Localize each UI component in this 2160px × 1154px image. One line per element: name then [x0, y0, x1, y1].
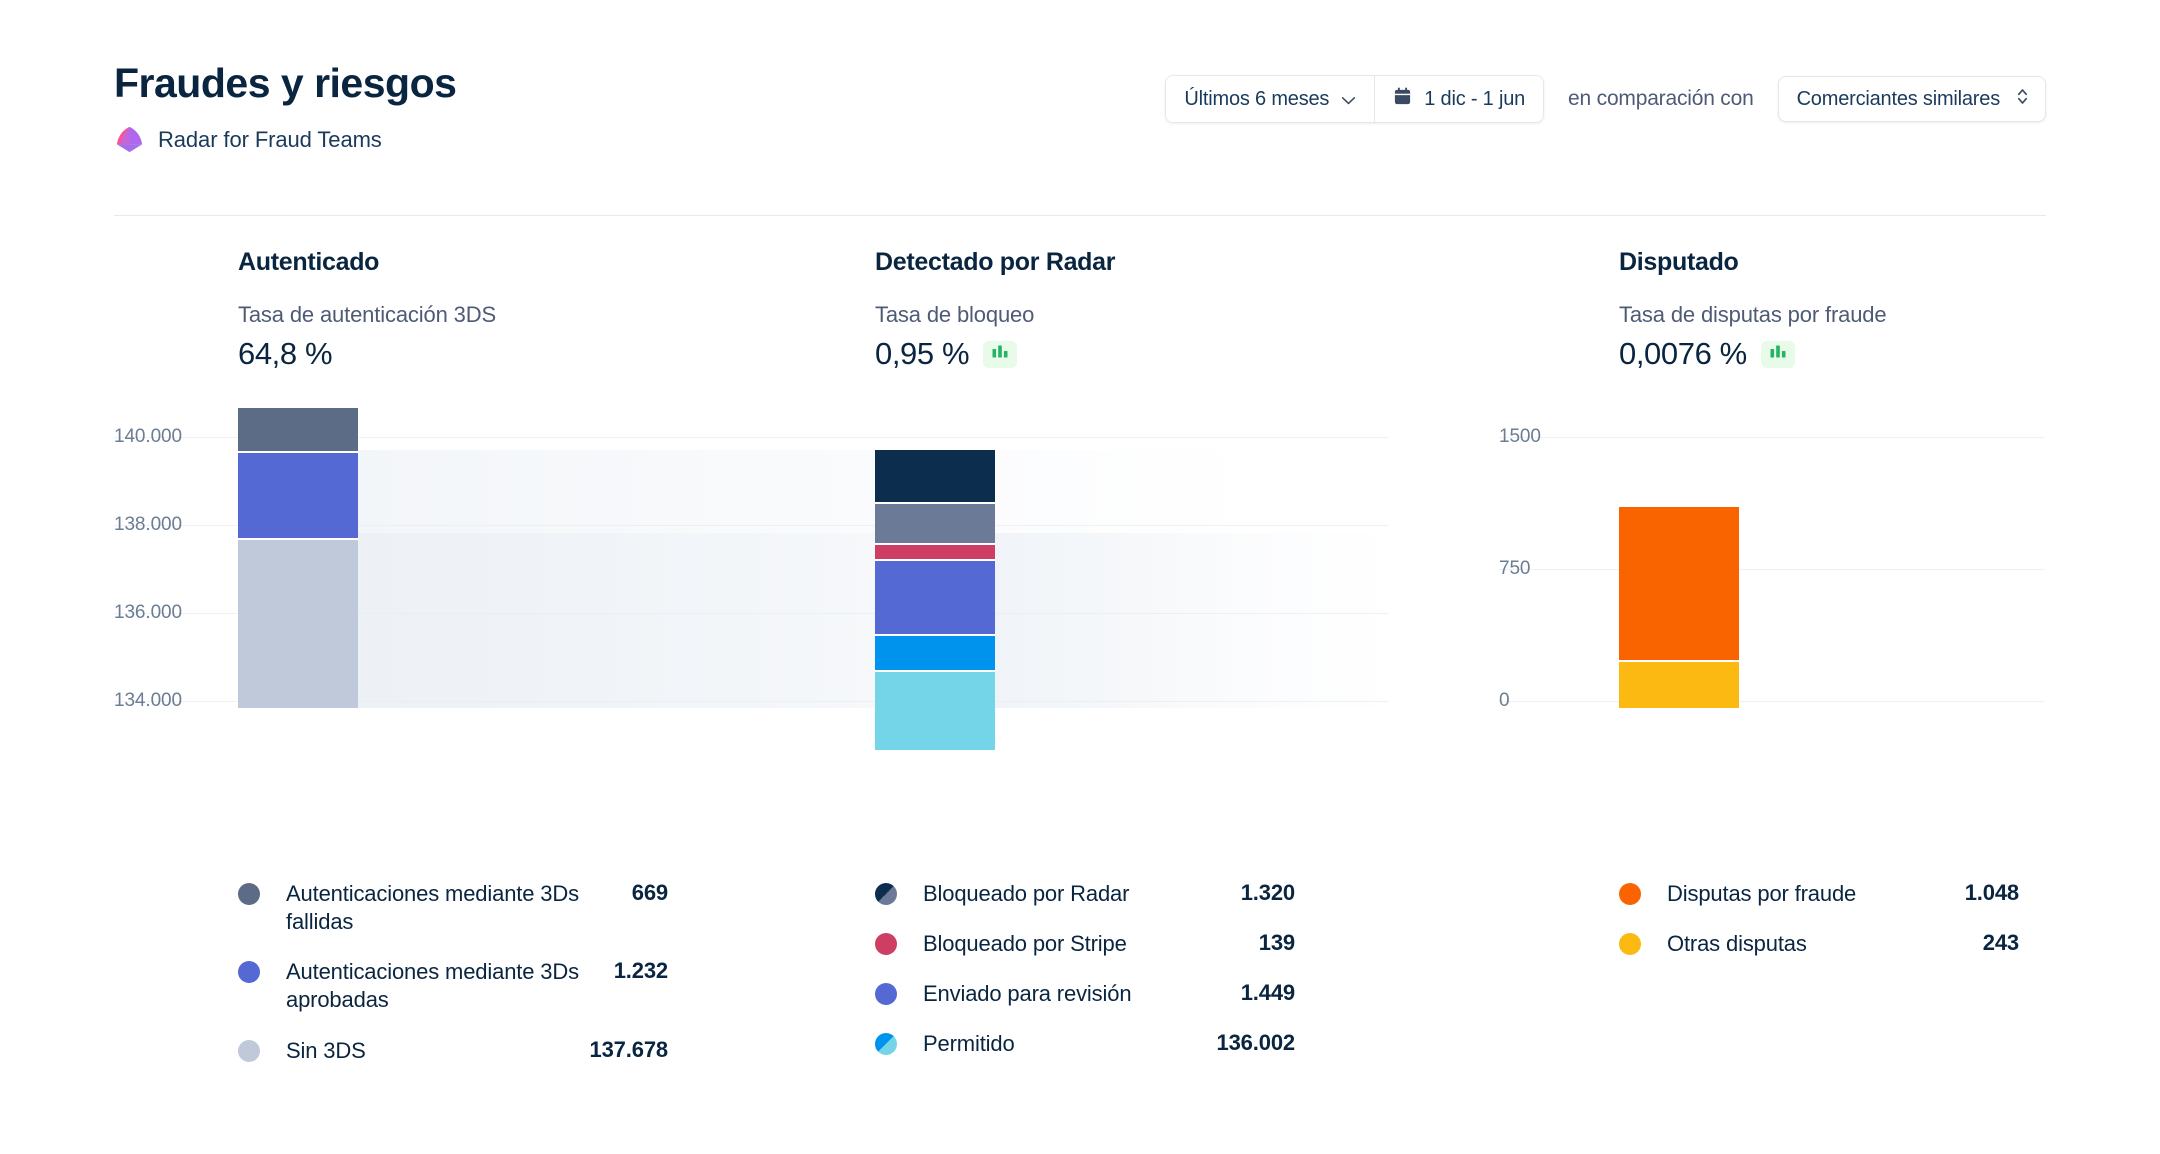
page-header: Fraudes y riesgos Radar for Fraud Teams …	[114, 61, 2046, 202]
legend-item[interactable]: Bloqueado por Radar 1.320	[875, 880, 1295, 908]
legend-color-dot-split	[875, 883, 897, 905]
stacked-bar-radar[interactable]	[875, 450, 995, 750]
legend-radar: Bloqueado por Radar 1.320 Bloqueado por …	[875, 880, 1295, 1081]
legend-value: 1.232	[613, 958, 668, 984]
segment-failed-3ds[interactable]	[238, 408, 358, 453]
metric-row: 64,8 %	[238, 336, 496, 372]
segment-allowed-blue[interactable]	[875, 636, 995, 672]
legend-item[interactable]: Enviado para revisión 1.449	[875, 980, 1295, 1008]
metric-row: 0,0076 %	[1619, 336, 1886, 372]
header-controls: Últimos 6 meses 1 dic - 1 jun en compara…	[1165, 75, 2046, 123]
panel-title: Autenticado	[238, 248, 380, 276]
segment-blocked-radar-gray[interactable]	[875, 504, 995, 545]
calendar-icon	[1393, 86, 1412, 112]
legend-label: Sin 3DS	[286, 1037, 366, 1063]
fraud-risk-dashboard: Fraudes y riesgos Radar for Fraud Teams …	[0, 0, 2160, 1154]
legend-authenticated: Autenticaciones mediante 3Ds fallidas 66…	[238, 880, 668, 1087]
legend-color-dot	[238, 961, 260, 984]
date-picker-button[interactable]: 1 dic - 1 jun	[1375, 76, 1544, 122]
comparison-label: en comparación con	[1568, 87, 1754, 110]
legend-color-dot	[238, 883, 260, 905]
time-range-dropdown[interactable]: Últimos 6 meses	[1166, 76, 1375, 122]
bar-chart-icon	[1769, 344, 1787, 364]
legend-value: 139	[1258, 930, 1295, 956]
metric-value: 0,95 %	[875, 336, 970, 371]
metric-value: 0,0076 %	[1619, 336, 1747, 371]
panel-title: Disputado	[1619, 248, 1739, 276]
segment-approved-3ds[interactable]	[238, 453, 358, 540]
status-badge	[1760, 340, 1795, 368]
legend-item[interactable]: Autenticaciones mediante 3Ds aprobadas 1…	[238, 958, 668, 1014]
legend-item[interactable]: Otras disputas 243	[1619, 930, 2019, 958]
comparison-select-value: Comerciantes similares	[1796, 87, 2001, 110]
panel-title: Detectado por Radar	[875, 248, 1116, 276]
segment-no-3ds[interactable]	[238, 540, 358, 708]
legend-color-dot	[1619, 933, 1641, 956]
comparison-select[interactable]: Comerciantes similares	[1777, 76, 2046, 122]
date-range-group: Últimos 6 meses 1 dic - 1 jun	[1165, 75, 1545, 123]
chart-disputes: 1500 750 0	[1499, 408, 2045, 711]
legend-label: Autenticaciones mediante 3Ds fallidas	[286, 881, 579, 935]
date-range-label: 1 dic - 1 jun	[1424, 87, 1526, 110]
chart-authentication-and-radar: 140.000 138.000 136.000 134.000	[114, 408, 1395, 750]
legends-region: Autenticaciones mediante 3Ds fallidas 66…	[114, 880, 2046, 1080]
legend-label: Bloqueado por Stripe	[923, 931, 1127, 957]
legend-value: 669	[631, 880, 668, 905]
legend-label: Bloqueado por Radar	[923, 881, 1130, 906]
legend-item[interactable]: Sin 3DS 137.678	[238, 1037, 668, 1065]
chevron-down-icon	[1341, 88, 1356, 111]
metric-label: Tasa de autenticación 3DS	[238, 302, 496, 327]
legend-item[interactable]: Permitido 136.002	[875, 1030, 1295, 1058]
charts-region: 140.000 138.000 136.000 134.000 1500 750…	[114, 408, 2046, 750]
panel-detected-by-radar: Detectado por Radar Tasa de bloqueo 0,95…	[875, 248, 1115, 372]
legend-value: 1.320	[1240, 880, 1295, 905]
segment-allowed-cyan[interactable]	[875, 672, 995, 750]
metric-label: Tasa de disputas por fraude	[1619, 302, 1887, 327]
panel-authenticated: Autenticado Tasa de autenticación 3DS 64…	[238, 248, 496, 372]
product-subtitle: Radar for Fraud Teams	[114, 124, 2046, 155]
panel-disputed: Disputado Tasa de disputas por fraude 0,…	[1619, 248, 1887, 372]
legend-item[interactable]: Autenticaciones mediante 3Ds fallidas 66…	[238, 880, 668, 936]
radar-logo-icon	[114, 124, 145, 155]
legend-color-dot-split	[875, 1033, 897, 1056]
legend-value: 243	[1982, 930, 2019, 956]
legend-value: 137.678	[589, 1036, 669, 1062]
legend-label: Disputas por fraude	[1667, 881, 1857, 906]
metric-value: 64,8 %	[238, 336, 333, 371]
legend-color-dot	[875, 933, 897, 956]
bar-chart-icon	[991, 344, 1009, 364]
legend-value: 1.048	[1964, 880, 2019, 905]
time-range-label: Últimos 6 meses	[1184, 87, 1330, 110]
metric-row: 0,95 %	[875, 336, 1115, 372]
legend-color-dot	[238, 1039, 260, 1062]
segment-fraud-disputes[interactable]	[1619, 507, 1739, 662]
legend-label: Permitido	[923, 1031, 1015, 1057]
plot-area	[114, 408, 1395, 750]
legend-label: Enviado para revisión	[923, 981, 1132, 1007]
stacked-bar-authenticated[interactable]	[238, 408, 358, 708]
product-name: Radar for Fraud Teams	[158, 126, 382, 152]
legend-color-dot	[875, 983, 897, 1006]
header-divider	[114, 215, 2046, 216]
legend-label: Autenticaciones mediante 3Ds aprobadas	[286, 959, 579, 1013]
segment-blocked-stripe[interactable]	[875, 545, 995, 561]
legend-value: 1.449	[1240, 980, 1295, 1006]
segment-blocked-radar-dark[interactable]	[875, 450, 995, 504]
status-badge	[983, 340, 1018, 368]
legend-disputes: Disputas por fraude 1.048 Otras disputas…	[1619, 880, 2019, 980]
panel-headings: Autenticado Tasa de autenticación 3DS 64…	[114, 248, 2046, 398]
panels-region: Autenticado Tasa de autenticación 3DS 64…	[114, 248, 2046, 750]
legend-value: 136.002	[1216, 1030, 1296, 1056]
legend-color-dot	[1619, 883, 1641, 905]
segment-sent-review[interactable]	[875, 561, 995, 636]
plot-area	[1499, 408, 2045, 708]
metric-label: Tasa de bloqueo	[875, 302, 1035, 327]
chevron-up-down-icon	[2016, 86, 2029, 113]
legend-label: Otras disputas	[1667, 931, 1807, 957]
stacked-bar-disputes[interactable]	[1619, 507, 1739, 708]
segment-other-disputes[interactable]	[1619, 662, 1739, 708]
legend-item[interactable]: Bloqueado por Stripe 139	[875, 930, 1295, 958]
legend-item[interactable]: Disputas por fraude 1.048	[1619, 880, 2019, 908]
